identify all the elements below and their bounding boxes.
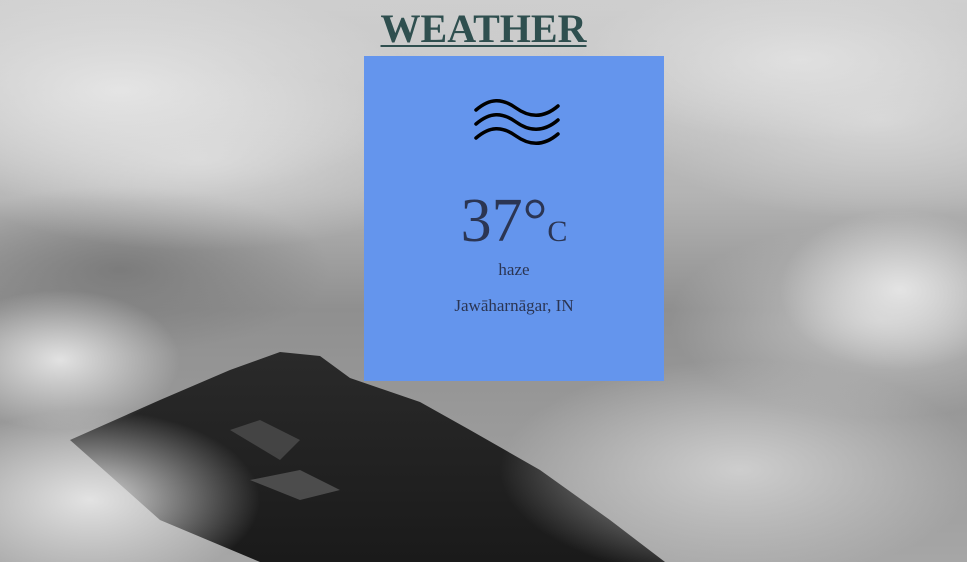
temperature-value: 37° [460,187,548,255]
page-title: WEATHER [380,6,587,51]
weather-description: haze [498,260,530,279]
temperature-display: 37°C [364,186,664,256]
temperature-unit: C [547,215,568,248]
weather-card: 37°C haze Jawāharnāgar, IN [364,56,664,381]
haze-icon [474,99,560,145]
location-label: Jawāharnāgar, IN [454,296,574,315]
